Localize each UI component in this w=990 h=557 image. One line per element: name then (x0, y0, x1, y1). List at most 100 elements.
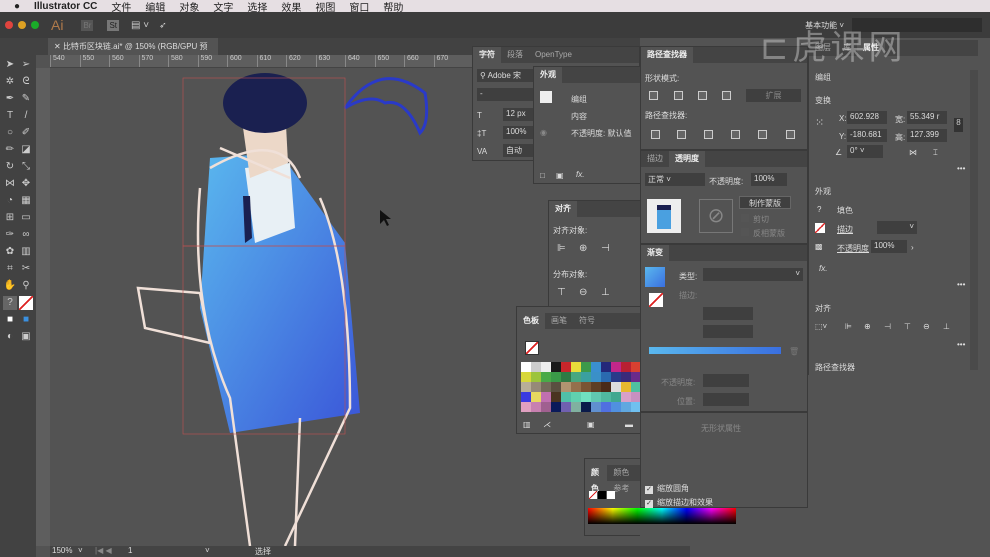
color-swatch[interactable] (601, 362, 611, 372)
height-field[interactable]: 127.399 (907, 129, 947, 142)
color-swatch[interactable] (621, 372, 631, 382)
none-color-swatch[interactable] (589, 491, 597, 499)
color-swatch[interactable] (531, 392, 541, 402)
stroke-weight-field[interactable]: ˅ (877, 221, 917, 234)
align-center-icon[interactable]: ⊕ (579, 243, 587, 254)
gpu-performance-icon[interactable]: ➶ (159, 20, 167, 31)
trim-icon[interactable] (677, 130, 686, 139)
color-swatch[interactable] (551, 402, 561, 412)
intersect-icon[interactable] (698, 91, 707, 100)
zoom-tool-icon[interactable]: ⚲ (19, 279, 33, 293)
width-field[interactable]: 55.349 r (907, 111, 947, 124)
delete-stop-icon[interactable]: 🗑 (789, 347, 799, 356)
color-swatch[interactable] (611, 362, 621, 372)
leading-field[interactable]: 100% (503, 126, 537, 139)
apple-icon[interactable]: ● (14, 1, 20, 12)
align-right-icon[interactable]: ⊣ (601, 243, 610, 254)
color-swatch[interactable] (591, 382, 601, 392)
fill-swatch-icon[interactable]: ? (3, 296, 17, 310)
minus-front-icon[interactable] (674, 91, 683, 100)
color-swatch[interactable] (601, 382, 611, 392)
angle-field[interactable]: 0° ˅ (847, 145, 883, 158)
color-swatch[interactable] (601, 372, 611, 382)
effects-icon[interactable]: fx. (819, 264, 827, 273)
opacity-expand-icon[interactable]: › (911, 243, 914, 252)
mesh-tool-icon[interactable]: ⊞ (3, 211, 17, 225)
bridge-button[interactable]: Br (81, 19, 94, 31)
scale-corners-checkbox[interactable]: ✓ 缩放圆角 (645, 483, 689, 494)
pen-tool-icon[interactable]: ✒ (3, 92, 17, 106)
color-swatch[interactable] (621, 362, 631, 372)
color-swatch[interactable] (571, 382, 581, 392)
color-swatch[interactable] (551, 372, 561, 382)
color-swatch[interactable] (581, 372, 591, 382)
distribute-top-icon[interactable]: ⊤ (557, 287, 566, 298)
width-tool-icon[interactable]: ⋈ (3, 177, 17, 191)
stroke-swatch-icon[interactable] (19, 296, 33, 310)
tab-appearance[interactable]: 外观 (534, 67, 562, 83)
tracking-field[interactable]: 自动 (503, 144, 537, 157)
color-swatch[interactable] (571, 402, 581, 412)
screen-mode-icon[interactable]: ▣ (19, 330, 33, 344)
color-swatch[interactable] (581, 392, 591, 402)
color-swatch[interactable] (611, 372, 621, 382)
type-tool-icon[interactable]: T (3, 109, 17, 123)
align-left-icon[interactable]: ⊫ (557, 243, 566, 254)
character-illustration[interactable] (136, 73, 429, 546)
color-swatch[interactable] (571, 362, 581, 372)
flip-vertical-icon[interactable]: ⌶ (933, 148, 938, 158)
color-swatch[interactable] (611, 392, 621, 402)
tab-transparency[interactable]: 透明度 (669, 151, 705, 167)
eyedropper-tool-icon[interactable]: ✑ (3, 228, 17, 242)
new-color-group-icon[interactable]: ▣ (587, 420, 595, 429)
pencil-tool-icon[interactable]: ✏ (3, 143, 17, 157)
stroke-label[interactable]: 描边 (837, 224, 853, 235)
align-top-icon[interactable]: ⊤ (904, 322, 911, 331)
color-swatch[interactable] (551, 382, 561, 392)
opacity-field[interactable]: 100% (751, 173, 787, 186)
color-swatch[interactable] (521, 402, 531, 412)
font-style-field[interactable]: - (477, 88, 537, 101)
arrange-documents-icon[interactable]: ▤ ˅ (131, 20, 149, 31)
minimize-window-button[interactable] (18, 21, 26, 29)
color-swatch[interactable] (541, 372, 551, 382)
outline-icon[interactable] (758, 130, 767, 139)
add-fill-icon[interactable]: ▣ (556, 171, 564, 180)
x-field[interactable]: 602.928 (847, 111, 887, 124)
ellipse-tool-icon[interactable]: ○ (3, 126, 17, 140)
distribute-middle-icon[interactable]: ⊖ (579, 287, 587, 298)
appearance-more-button[interactable]: ••• (957, 280, 965, 289)
swatch-kind-icon[interactable]: ⋌ (543, 420, 551, 429)
blend-tool-icon[interactable]: ∞ (19, 228, 33, 242)
color-swatch[interactable] (611, 402, 621, 412)
color-swatch[interactable] (541, 382, 551, 392)
tab-symbols[interactable]: 符号 (573, 313, 601, 329)
shape-builder-tool-icon[interactable]: ◔ (3, 194, 17, 208)
artboard-number-field[interactable]: 1 (128, 546, 132, 555)
color-swatch[interactable] (621, 382, 631, 392)
unite-icon[interactable] (649, 91, 658, 100)
gradient-preview-swatch[interactable] (645, 267, 665, 287)
white-color-swatch[interactable] (607, 491, 615, 499)
tab-opentype[interactable]: OpenType (529, 47, 578, 63)
color-swatch[interactable] (591, 392, 601, 402)
visibility-eye-icon[interactable]: ◉ (540, 128, 547, 137)
magic-wand-tool-icon[interactable]: ✲ (3, 75, 17, 89)
blend-mode-dropdown[interactable]: 正常 ˅ (645, 173, 705, 186)
fill-stroke-indicator[interactable] (525, 341, 539, 355)
clip-checkbox[interactable]: 剪切 (741, 214, 769, 225)
gradient-mode-icon[interactable]: ■ (19, 313, 33, 327)
color-swatch[interactable] (551, 392, 561, 402)
tab-gradient[interactable]: 渐变 (641, 245, 669, 261)
direct-selection-tool-icon[interactable]: ➢ (19, 58, 33, 72)
color-swatch[interactable] (561, 372, 571, 382)
exclude-icon[interactable] (722, 91, 731, 100)
distribute-bottom-icon[interactable]: ⊥ (601, 287, 610, 298)
tab-color-guide[interactable]: 颜色参考 (607, 465, 640, 493)
curvature-tool-icon[interactable]: ✎ (19, 92, 33, 106)
tab-stroke[interactable]: 描边 (641, 151, 669, 167)
color-swatch[interactable] (601, 402, 611, 412)
perspective-grid-tool-icon[interactable]: ▦ (19, 194, 33, 208)
transform-more-button[interactable]: ••• (957, 164, 965, 173)
font-size-field[interactable]: 12 px (503, 108, 537, 121)
